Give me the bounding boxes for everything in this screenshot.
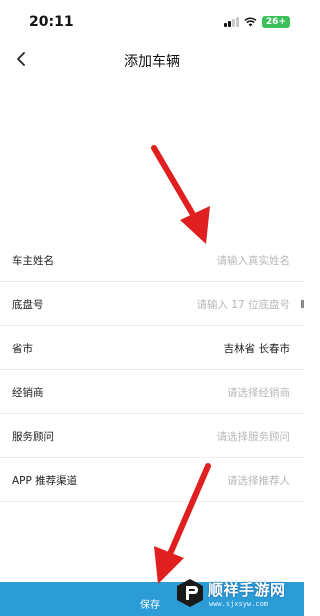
field-label: 经销商 [12, 387, 44, 399]
referral-channel-field[interactable]: APP 推荐渠道 请选择推荐人 [0, 458, 304, 502]
annotation-arrow-icon [151, 145, 210, 244]
field-label: 底盘号 [12, 299, 44, 311]
save-label: 保存 [140, 600, 160, 611]
service-advisor-select[interactable]: 请选择服务顾问 [217, 429, 291, 444]
watermark-title: 顺祥手游网 [208, 581, 286, 599]
chassis-number-field[interactable]: 底盘号 请输入 17 位底盘号 [0, 282, 304, 326]
chassis-number-input[interactable]: 请输入 17 位底盘号 [196, 297, 290, 312]
wifi-icon [244, 17, 257, 27]
status-icons: 26+ [224, 16, 290, 28]
page-title: 添加车辆 [124, 54, 180, 70]
scroll-indicator [301, 300, 304, 308]
field-label: APP 推荐渠道 [12, 475, 78, 487]
signal-icon [224, 17, 239, 27]
field-label: 省市 [12, 343, 33, 355]
dealer-field[interactable]: 经销商 请选择经销商 [0, 370, 304, 414]
status-bar: 20:11 26+ [0, 0, 304, 40]
service-advisor-field[interactable]: 服务顾问 请选择服务顾问 [0, 414, 304, 458]
dealer-select[interactable]: 请选择经销商 [227, 385, 290, 400]
owner-name-input[interactable]: 请输入真实姓名 [217, 253, 291, 268]
status-time: 20:11 [29, 14, 74, 30]
province-city-select[interactable]: 吉林省 长春市 [224, 341, 290, 356]
watermark-url: www.sjxsyw.com [209, 600, 269, 608]
referrer-select[interactable]: 请选择推荐人 [227, 473, 290, 488]
nav-header: 添加车辆 [0, 40, 304, 80]
watermark-logo-icon [177, 579, 203, 607]
field-label: 服务顾问 [12, 431, 54, 443]
field-label: 车主姓名 [12, 255, 54, 267]
province-city-field[interactable]: 省市 吉林省 长春市 [0, 326, 304, 370]
vehicle-form: 车主姓名 请输入真实姓名 底盘号 请输入 17 位底盘号 省市 吉林省 长春市 … [0, 238, 304, 502]
watermark: 顺祥手游网 www.sjxsyw.com [175, 574, 304, 616]
battery-icon: 26+ [261, 16, 290, 28]
owner-name-field[interactable]: 车主姓名 请输入真实姓名 [0, 238, 304, 282]
